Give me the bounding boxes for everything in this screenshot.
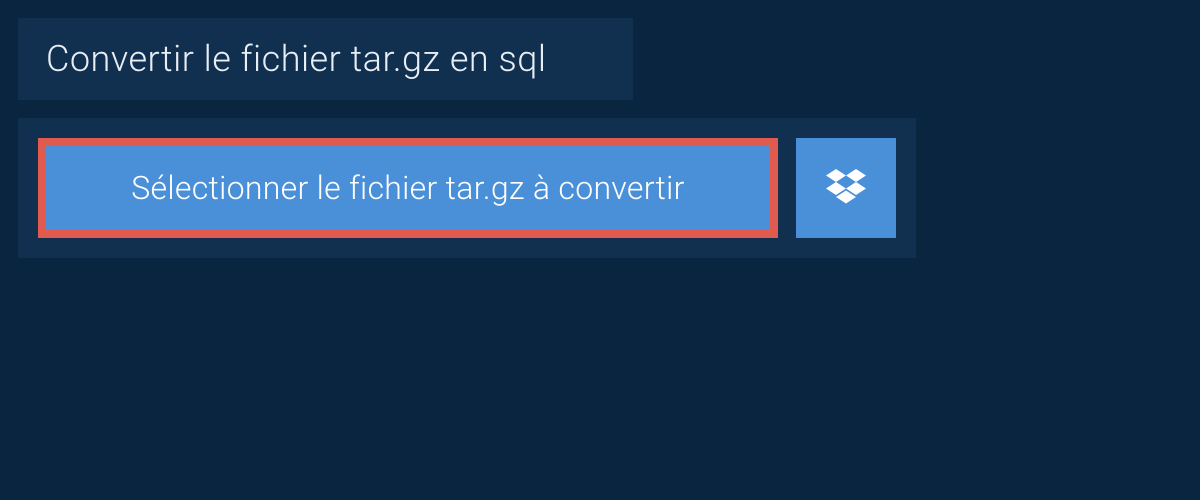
- select-file-button[interactable]: Sélectionner le fichier tar.gz à convert…: [38, 138, 778, 238]
- page-title: Convertir le fichier tar.gz en sql: [46, 38, 605, 80]
- select-file-label: Sélectionner le fichier tar.gz à convert…: [131, 169, 684, 207]
- action-panel: Sélectionner le fichier tar.gz à convert…: [18, 118, 916, 258]
- dropbox-button[interactable]: [796, 138, 896, 238]
- title-bar: Convertir le fichier tar.gz en sql: [18, 18, 633, 100]
- page-container: Convertir le fichier tar.gz en sql Sélec…: [0, 0, 1200, 500]
- dropbox-icon: [826, 169, 866, 207]
